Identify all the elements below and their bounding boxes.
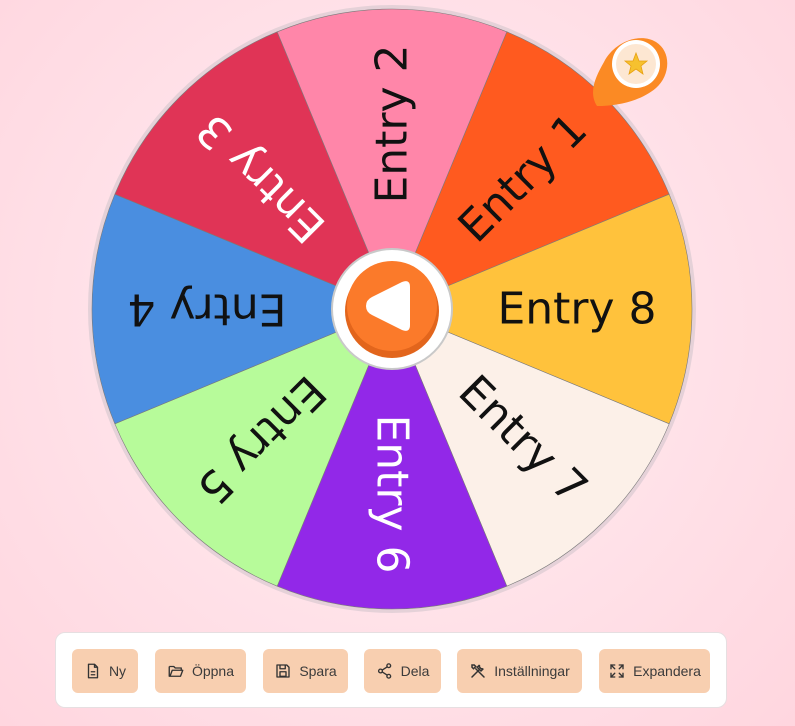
settings-tools-icon (469, 662, 487, 680)
new-button-label: Ny (108, 663, 127, 679)
save-icon (274, 662, 292, 680)
spinner-wheel[interactable]: Entry 1 Entry 8 Entry 7 Entry 6 Entry 5 Entry… (0, 0, 795, 630)
wheel-entry-label: Entry 8 (497, 284, 656, 335)
new-button[interactable]: Ny (72, 649, 138, 693)
expand-button-label: Expandera (633, 663, 701, 679)
settings-button-label: Inställningar (494, 663, 570, 679)
open-button[interactable]: Öppna (155, 649, 246, 693)
toolbar: Ny Öppna Spara Dela Inställningar Expand… (55, 632, 727, 708)
folder-open-icon (167, 662, 185, 680)
share-icon (376, 662, 394, 680)
new-file-icon (84, 662, 102, 680)
wheel-pointer[interactable] (593, 38, 668, 106)
open-button-label: Öppna (191, 663, 235, 679)
settings-button[interactable]: Inställningar (457, 649, 582, 693)
expand-icon (608, 662, 626, 680)
spin-button[interactable] (345, 261, 439, 358)
share-button-label: Dela (400, 663, 430, 679)
wheel-entry-label: Entry 6 (367, 414, 418, 573)
expand-button[interactable]: Expandera (599, 649, 710, 693)
wheel-entry-label: Entry 4 (127, 284, 286, 335)
wheel-graphic[interactable]: Entry 1Entry 8Entry 7Entry 6Entry 5Entry… (0, 0, 795, 630)
wheel-entry-label: Entry 2 (367, 44, 418, 203)
save-button[interactable]: Spara (263, 649, 348, 693)
save-button-label: Spara (299, 663, 337, 679)
share-button[interactable]: Dela (364, 649, 441, 693)
